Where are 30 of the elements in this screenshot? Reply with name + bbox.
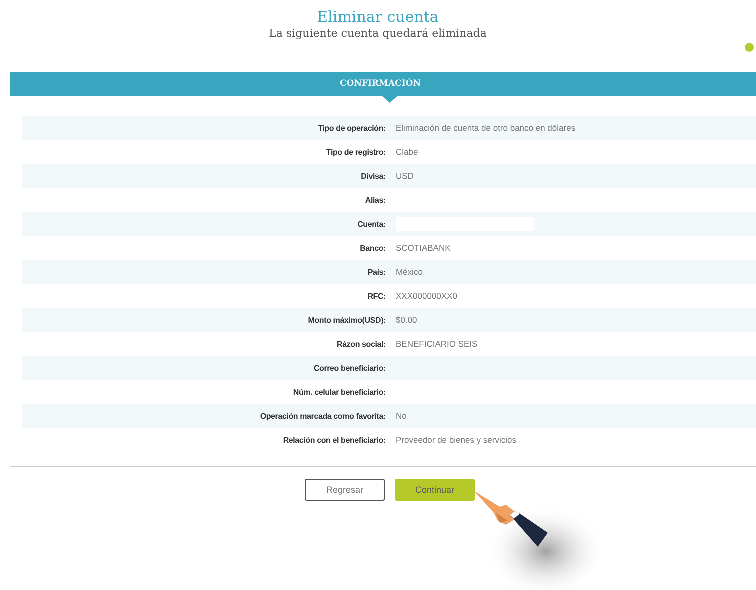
field-label: Relación con el beneficiario:	[282, 436, 386, 444]
field-label: Correo beneficiario:	[312, 364, 386, 372]
field-value: $0.00	[396, 315, 418, 325]
status-dot	[745, 43, 754, 52]
field-label: País:	[366, 268, 386, 276]
field-value: Proveedor de bienes y servicios	[396, 435, 516, 445]
back-button[interactable]: Regresar	[305, 479, 385, 501]
section-title: CONFIRMACIÓN	[340, 79, 421, 89]
field-value: Eliminación de cuenta de otro banco en dólares	[396, 123, 576, 133]
field-value: BENEFICIARIO SEIS	[396, 339, 478, 349]
field-label: Operación marcada como favorita:	[259, 412, 386, 420]
field-label: Tipo de operación:	[317, 124, 386, 132]
field-value: SCOTIABANK	[396, 243, 451, 253]
field-label: RFC:	[366, 292, 386, 300]
field-value: México	[396, 267, 423, 277]
field-label: Monto máximo(USD):	[307, 316, 386, 324]
field-label: Rázon social:	[336, 340, 386, 348]
field-label: Alias:	[364, 196, 386, 204]
page-subtitle: La siguiente cuenta quedará eliminada	[269, 27, 487, 41]
field-value: XXX000000XX0	[396, 291, 458, 301]
field-label: Tipo de registro:	[325, 148, 386, 156]
field-label: Núm. celular beneficiario:	[292, 388, 386, 396]
field-label: Divisa:	[360, 172, 386, 180]
field-value: No	[396, 411, 407, 421]
field-label: Banco:	[359, 244, 386, 252]
field-value: USD	[396, 171, 414, 181]
field-value: Clabe	[396, 147, 418, 157]
page-title: Eliminar cuenta	[317, 7, 439, 27]
continue-button[interactable]: Continuar	[395, 479, 475, 501]
field-label: Cuenta:	[356, 220, 386, 228]
